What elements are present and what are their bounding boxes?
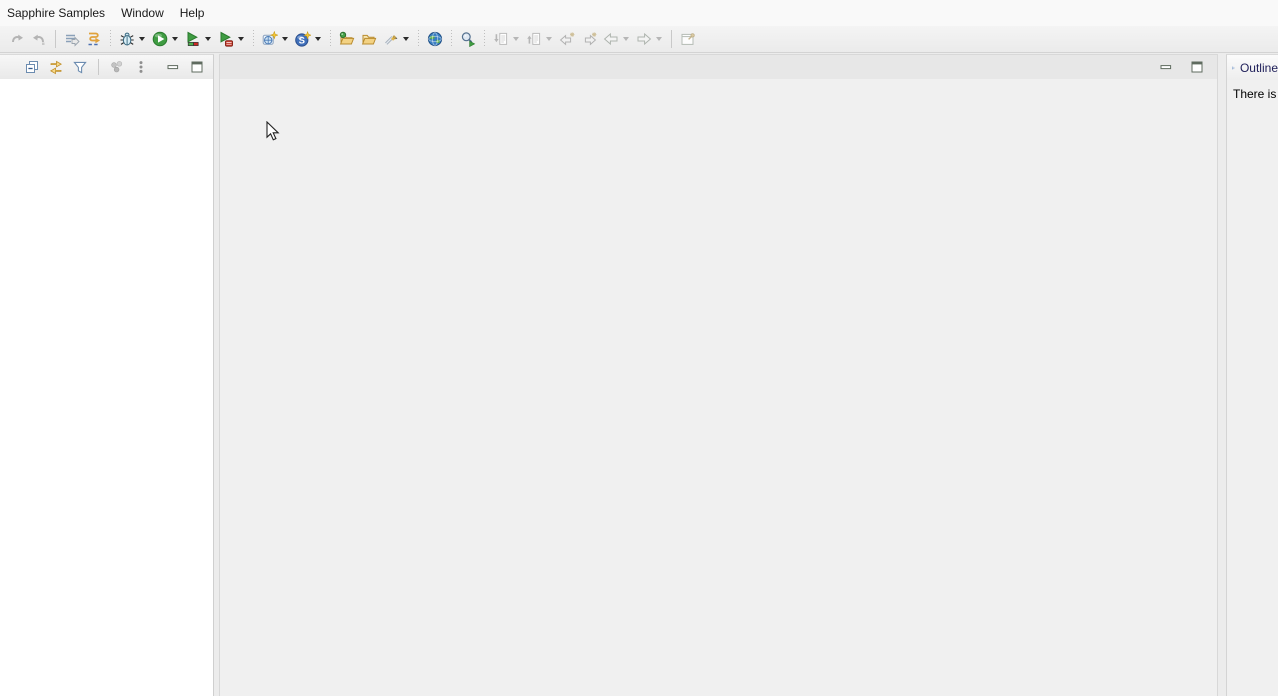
coverage-icon <box>185 31 201 47</box>
toolbar-separator <box>484 30 485 48</box>
outline-icon <box>1232 60 1235 76</box>
new-sapphire-wizard-button[interactable] <box>293 28 324 50</box>
toolbar-separator <box>110 30 111 48</box>
search-button[interactable] <box>458 28 478 50</box>
editor-area <box>219 54 1218 696</box>
globe-icon <box>427 31 443 47</box>
previous-annotation-button <box>524 28 555 50</box>
presentation-button <box>108 56 126 78</box>
dropdown-caret-icon[interactable] <box>315 37 321 41</box>
highlighter-icon <box>383 31 399 47</box>
next-annotation-button <box>491 28 522 50</box>
maximize-editor-button[interactable] <box>1187 56 1207 78</box>
next-edit-location-button <box>579 28 599 50</box>
toolbar-separator <box>418 30 419 48</box>
back-icon <box>603 31 619 47</box>
weave-arrow-button[interactable] <box>84 28 104 50</box>
redo-icon <box>31 31 47 47</box>
debug-button[interactable] <box>117 28 148 50</box>
minimize-icon <box>1158 59 1174 75</box>
profile-icon <box>218 31 234 47</box>
toolbar-separator <box>671 30 672 48</box>
toolbar-separator <box>253 30 254 48</box>
profile-button[interactable] <box>216 28 247 50</box>
redo-button <box>29 28 49 50</box>
weave-arrow-icon <box>86 31 102 47</box>
debug-icon <box>119 31 135 47</box>
new-wizard-button[interactable] <box>260 28 291 50</box>
open-folder-button[interactable] <box>359 28 379 50</box>
previous-edit-location-button <box>557 28 577 50</box>
dots-icon <box>109 59 125 75</box>
undo-button <box>7 28 27 50</box>
maximize-icon <box>189 59 205 75</box>
collapse-all-icon <box>24 59 40 75</box>
dropdown-caret-icon <box>513 37 519 41</box>
tab-outline[interactable]: Outline <box>1227 55 1278 80</box>
dropdown-caret-icon[interactable] <box>139 37 145 41</box>
toolbar-separator <box>55 30 56 48</box>
toolbar-separator <box>98 59 99 75</box>
back-button <box>601 28 632 50</box>
undo-icon <box>9 31 25 47</box>
next-edit-icon <box>581 31 597 47</box>
previous-annotation-icon <box>526 31 542 47</box>
lines-arrow-icon <box>64 31 80 47</box>
sapphire-wizard-icon <box>295 31 311 47</box>
lines-arrow-button[interactable] <box>62 28 82 50</box>
forward-icon <box>636 31 652 47</box>
collapse-all-button[interactable] <box>23 56 41 78</box>
open-folder-ball-icon <box>339 31 355 47</box>
link-editor-icon <box>48 59 64 75</box>
editor-tabbar <box>220 55 1217 79</box>
open-folder-icon <box>361 31 377 47</box>
outline-empty-message: There is no active editor that provides … <box>1227 80 1278 101</box>
coverage-button[interactable] <box>183 28 214 50</box>
menu-sapphire-samples[interactable]: Sapphire Samples <box>7 6 105 20</box>
dropdown-caret-icon[interactable] <box>403 37 409 41</box>
explorer-view <box>0 54 214 696</box>
highlighter-button[interactable] <box>381 28 412 50</box>
dropdown-caret-icon <box>623 37 629 41</box>
search-icon <box>460 31 476 47</box>
link-with-editor-button[interactable] <box>47 56 65 78</box>
menu-help[interactable]: Help <box>180 6 205 20</box>
view-menu-icon <box>133 59 149 75</box>
outline-tab-label: Outline <box>1240 61 1278 75</box>
previous-edit-icon <box>559 31 575 47</box>
forward-button <box>634 28 665 50</box>
next-annotation-icon <box>493 31 509 47</box>
outline-view: Outline There is no active editor that p… <box>1226 54 1278 696</box>
run-icon <box>152 31 168 47</box>
view-menu-button[interactable] <box>132 56 150 78</box>
editor-content[interactable] <box>220 79 1217 696</box>
pin-editor-icon <box>680 31 696 47</box>
menu-bar: Sapphire Samples Window Help <box>0 0 1278 26</box>
open-file-button[interactable] <box>337 28 357 50</box>
dropdown-caret-icon[interactable] <box>238 37 244 41</box>
menu-window[interactable]: Window <box>121 6 164 20</box>
maximize-icon <box>1189 59 1205 75</box>
dropdown-caret-icon[interactable] <box>205 37 211 41</box>
run-button[interactable] <box>150 28 181 50</box>
filter-button[interactable] <box>71 56 89 78</box>
main-toolbar <box>0 26 1278 53</box>
toolbar-separator <box>330 30 331 48</box>
minimize-view-button[interactable] <box>164 56 182 78</box>
web-browser-button[interactable] <box>425 28 445 50</box>
minimize-icon <box>165 59 181 75</box>
filter-icon <box>72 59 88 75</box>
pin-editor-button <box>678 28 698 50</box>
dropdown-caret-icon[interactable] <box>282 37 288 41</box>
dropdown-caret-icon <box>656 37 662 41</box>
maximize-view-button[interactable] <box>188 56 206 78</box>
dropdown-caret-icon <box>546 37 552 41</box>
explorer-view-toolbar <box>0 55 213 79</box>
explorer-view-content[interactable] <box>0 79 213 696</box>
minimize-editor-button[interactable] <box>1156 56 1176 78</box>
dropdown-caret-icon[interactable] <box>172 37 178 41</box>
new-wizard-icon <box>262 31 278 47</box>
toolbar-separator <box>451 30 452 48</box>
